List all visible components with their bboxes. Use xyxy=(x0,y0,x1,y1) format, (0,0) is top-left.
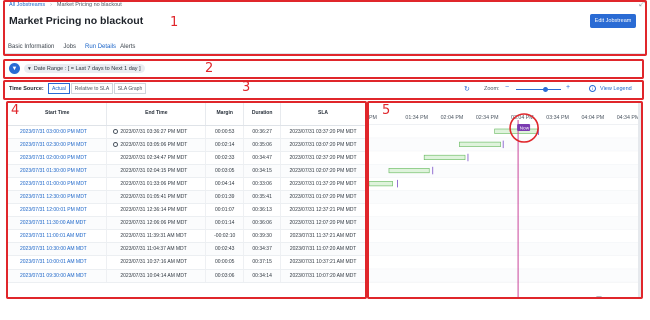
callout-number-1: 1 xyxy=(170,15,179,30)
callout-box-3 xyxy=(3,80,644,100)
callout-number-2: 2 xyxy=(205,61,214,76)
callout-box-2 xyxy=(3,59,644,79)
callout-box-1 xyxy=(3,0,647,56)
callout-number-5: 5 xyxy=(382,103,391,118)
callout-box-5 xyxy=(367,101,643,299)
callout-box-4 xyxy=(6,101,367,299)
callout-number-3: 3 xyxy=(242,80,251,95)
jobstream-page: All Jobstreams › Market Pricing no blackou… xyxy=(0,0,650,320)
callout-number-4: 4 xyxy=(11,103,20,118)
